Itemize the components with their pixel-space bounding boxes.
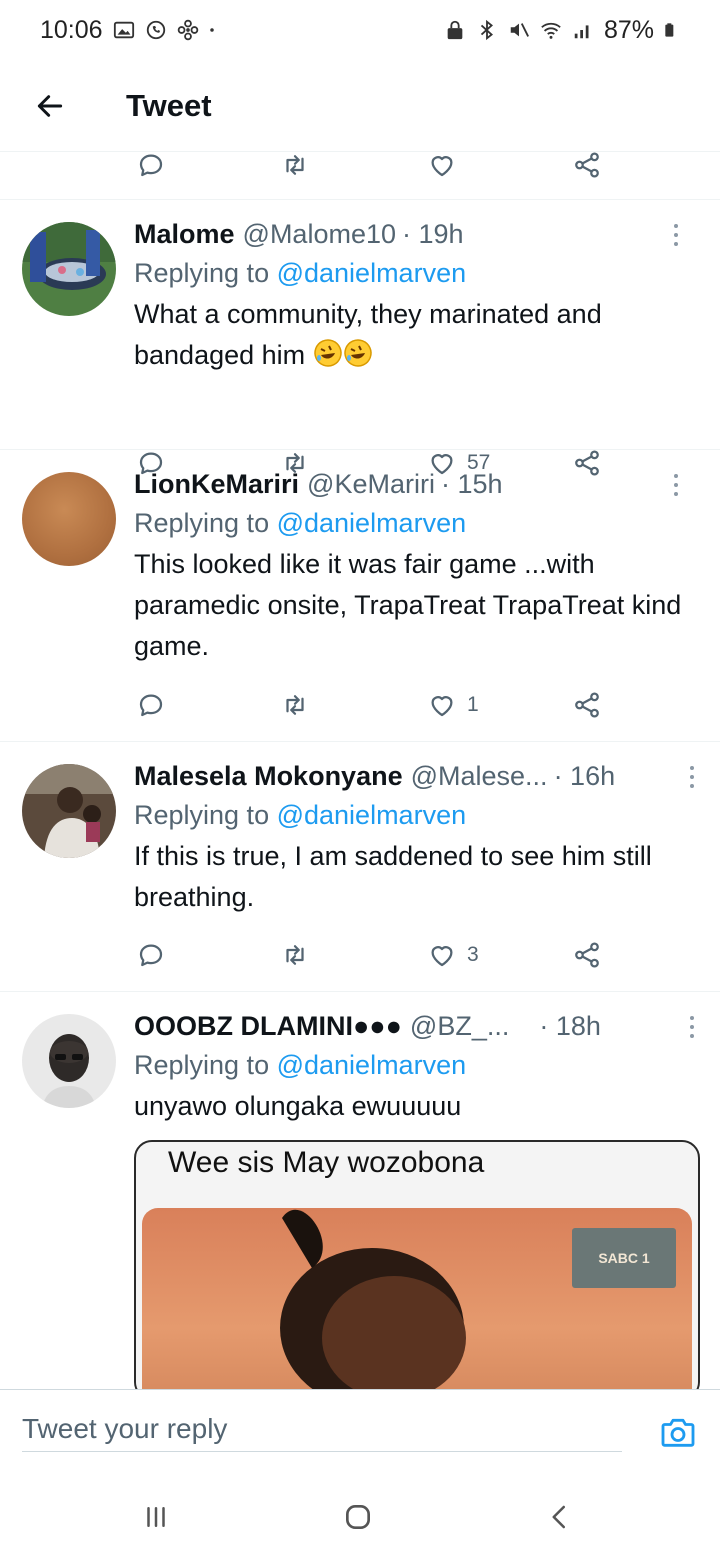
author-name[interactable]: LionKeMariri — [134, 469, 299, 500]
author-handle[interactable]: @BZ_... — [410, 1011, 509, 1042]
tweet-item[interactable]: OOOBZ DLAMINI●●● @BZ_... · 18h Replying … — [0, 992, 720, 1389]
arrow-left-icon — [37, 94, 63, 117]
like-count: 3 — [467, 943, 479, 966]
tweet-time[interactable]: · 19h — [402, 219, 464, 250]
share-button[interactable] — [572, 152, 602, 180]
reply-icon — [139, 694, 163, 717]
replying-to: Replying to @danielmarven — [134, 508, 467, 538]
tweet-time[interactable]: · 18h — [539, 1011, 601, 1042]
tweet-time[interactable]: · 16h — [554, 761, 616, 792]
rofl-emoji-icon — [343, 339, 372, 367]
author-name[interactable]: Malome — [134, 219, 235, 250]
author-name[interactable]: OOOBZ DLAMINI●●● — [134, 1011, 402, 1042]
avatar[interactable] — [22, 472, 116, 566]
avatar[interactable] — [22, 764, 116, 858]
app-header: Tweet — [0, 60, 720, 152]
tweet-media[interactable]: Wee sis May wozobona SABC 1 — [134, 1140, 700, 1389]
system-nav-bar — [0, 1470, 720, 1560]
lock-icon — [447, 20, 463, 40]
heart-icon — [431, 696, 453, 717]
tweet-text: unyawo olungaka ewuuuuu — [134, 1091, 462, 1121]
tweet-item[interactable]: LionKeMariri @KeMariri · 15h Replying to… — [0, 450, 720, 742]
status-bar: 10:06 87% — [0, 0, 720, 60]
reply-button[interactable] — [136, 690, 166, 720]
nav-back-button[interactable] — [540, 1500, 580, 1534]
reply-icon — [139, 154, 163, 177]
retweet-icon — [286, 945, 304, 965]
avatar[interactable] — [22, 222, 116, 316]
retweet-icon — [286, 155, 304, 175]
heart-icon — [431, 156, 453, 177]
camera-button[interactable] — [658, 1412, 698, 1452]
home-button[interactable] — [338, 1500, 378, 1534]
home-icon — [346, 1505, 370, 1529]
whatsapp-icon — [146, 20, 165, 40]
page-title: Tweet — [126, 87, 212, 123]
more-options-button[interactable] — [680, 1012, 704, 1042]
media-photo: SABC 1 — [142, 1208, 692, 1389]
mention-link[interactable]: @danielmarven — [277, 800, 467, 830]
chevron-left-icon — [552, 1505, 565, 1529]
camera-icon — [661, 1418, 695, 1447]
back-button[interactable] — [0, 60, 100, 152]
mute-icon — [510, 23, 529, 37]
battery-percent: 87% — [603, 15, 654, 44]
replying-to: Replying to @danielmarven — [134, 1050, 467, 1080]
share-button[interactable] — [572, 690, 602, 720]
retweet-button[interactable] — [280, 940, 310, 970]
tweet-text: If this is true, I am saddened to see hi… — [134, 841, 652, 912]
heart-icon — [431, 946, 453, 967]
more-options-button[interactable] — [664, 470, 688, 500]
tweet-text: What a community, they marinated and ban… — [134, 299, 602, 370]
reply-input[interactable] — [22, 1406, 622, 1452]
tweet-feed[interactable]: Malome @Malome10 · 19h Replying to @dani… — [0, 152, 720, 1389]
battery-icon — [665, 23, 674, 37]
media-caption: Wee sis May wozobona — [168, 1146, 485, 1179]
avatar[interactable] — [22, 1014, 116, 1108]
like-button[interactable]: 3 — [427, 940, 479, 970]
mention-link[interactable]: @danielmarven — [277, 1050, 467, 1080]
signal-icon — [574, 25, 589, 39]
replying-to: Replying to @danielmarven — [134, 258, 467, 288]
rofl-emoji-icon — [313, 339, 342, 367]
more-options-button[interactable] — [680, 762, 704, 792]
retweet-button[interactable] — [280, 690, 310, 720]
replying-to: Replying to @danielmarven — [134, 800, 467, 830]
mention-link[interactable]: @danielmarven — [277, 508, 467, 538]
reply-icon — [139, 944, 163, 967]
retweet-icon — [286, 695, 304, 715]
like-button[interactable] — [427, 152, 457, 180]
bluetooth-icon — [480, 19, 493, 41]
recent-apps-button[interactable] — [136, 1500, 176, 1534]
gallery-icon — [113, 21, 134, 39]
author-handle[interactable]: @KeMariri — [307, 469, 435, 500]
author-handle[interactable]: @Malese... — [411, 761, 548, 792]
dot-icon — [209, 28, 214, 32]
wifi-icon — [541, 22, 561, 39]
main-tweet-actions — [0, 152, 720, 200]
reply-button[interactable] — [136, 940, 166, 970]
media-watermark: SABC 1 — [572, 1228, 676, 1288]
status-time: 10:06 — [40, 15, 103, 44]
author-name[interactable]: Malesela Mokonyane — [134, 761, 403, 792]
more-options-button[interactable] — [664, 220, 688, 250]
share-icon — [575, 152, 599, 178]
reply-button[interactable] — [136, 152, 166, 180]
mention-link[interactable]: @danielmarven — [277, 258, 467, 288]
tweet-time[interactable]: · 15h — [441, 469, 503, 500]
author-handle[interactable]: @Malome10 — [243, 219, 396, 250]
reply-bar — [0, 1389, 720, 1469]
share-icon — [575, 942, 599, 968]
like-count: 1 — [467, 693, 479, 716]
share-button[interactable] — [572, 940, 602, 970]
share-icon — [575, 692, 599, 718]
tweet-item[interactable]: Malome @Malome10 · 19h Replying to @dani… — [0, 200, 720, 476]
like-button[interactable]: 1 — [427, 690, 479, 720]
retweet-button[interactable] — [280, 152, 310, 180]
recent-apps-icon — [147, 1507, 165, 1527]
fan-icon — [177, 19, 198, 41]
tweet-text: This looked like it was fair game ...wit… — [134, 549, 682, 661]
tweet-item[interactable]: Malesela Mokonyane @Malese... · 16h Repl… — [0, 742, 720, 992]
